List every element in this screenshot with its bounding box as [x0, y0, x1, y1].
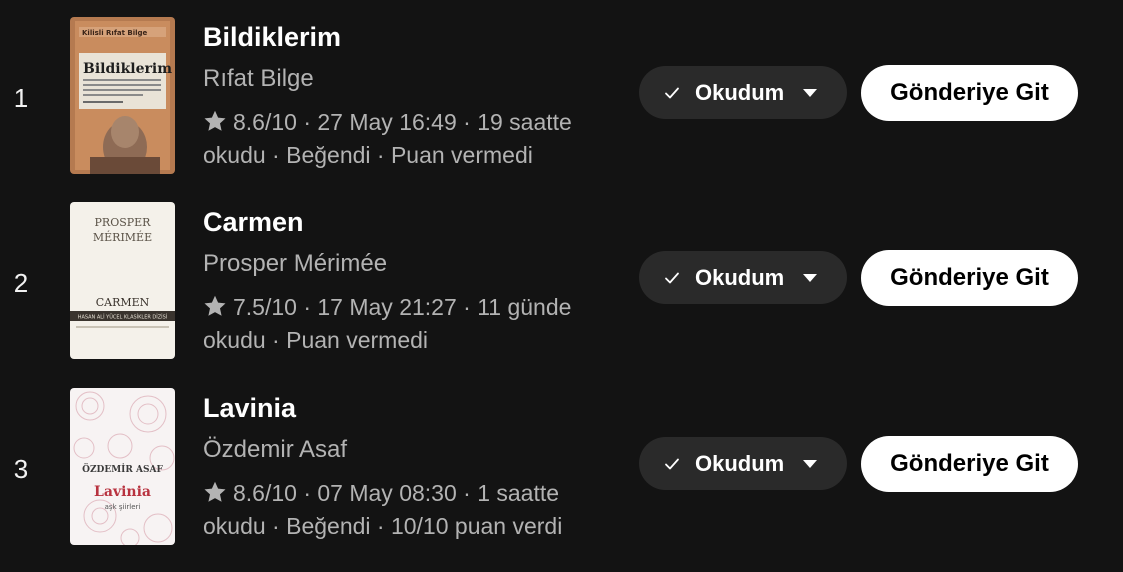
reading-status-dropdown[interactable]: Okudum — [639, 66, 847, 119]
reading-status-label: Okudum — [695, 264, 785, 290]
go-to-post-button[interactable]: Gönderiye Git — [861, 65, 1078, 121]
list-item: 1 Kilisli Rıfat Bilge Bildiklerim Bildik… — [0, 17, 1123, 177]
cover-author-line-1: PROSPER — [95, 216, 152, 229]
book-cover-art: ÖZDEMİR ASAF Lavinia aşk şiirleri — [70, 388, 175, 545]
check-icon — [665, 458, 679, 469]
book-cover[interactable]: Kilisli Rıfat Bilge Bildiklerim — [70, 17, 175, 174]
reading-status-label: Okudum — [695, 450, 785, 476]
book-meta-text: 8.6/10 · 07 May 08:30 · 1 saatte okudu ·… — [203, 480, 563, 539]
rank-number: 2 — [13, 268, 29, 298]
book-meta: 8.6/10 · 27 May 16:49 · 19 saatte okudu … — [203, 106, 603, 172]
reading-status-dropdown[interactable]: Okudum — [639, 437, 847, 490]
book-title[interactable]: Lavinia — [203, 393, 296, 424]
go-to-post-button[interactable]: Gönderiye Git — [861, 436, 1078, 492]
reading-status-dropdown[interactable]: Okudum — [639, 251, 847, 304]
list-item: 2 PROSPER MÉRIMÉE CARMEN HASAN ALİ YÜCEL… — [0, 202, 1123, 362]
book-meta: 7.5/10 · 17 May 21:27 · 11 günde okudu ·… — [203, 291, 603, 357]
book-author[interactable]: Özdemir Asaf — [203, 436, 347, 464]
star-icon — [204, 481, 226, 502]
caret-down-icon — [803, 273, 818, 282]
book-cover-art: Kilisli Rıfat Bilge Bildiklerim — [70, 17, 175, 174]
cover-title-text: Lavinia — [94, 484, 151, 500]
cover-subtitle-text: aşk şiirleri — [105, 503, 141, 511]
list-item: 3 ÖZDEMİR ASAF Lavinia aşk şiirleri Lavi… — [0, 388, 1123, 548]
cover-author-text: Kilisli Rıfat Bilge — [82, 29, 148, 37]
book-title[interactable]: Bildiklerim — [203, 22, 341, 53]
caret-down-icon — [803, 459, 818, 468]
book-cover[interactable]: PROSPER MÉRIMÉE CARMEN HASAN ALİ YÜCEL K… — [70, 202, 175, 359]
cover-series-text: HASAN ALİ YÜCEL KLASİKLER DİZİSİ — [78, 314, 168, 321]
check-icon — [665, 272, 679, 283]
reading-status-label: Okudum — [695, 79, 785, 105]
check-icon — [665, 87, 679, 98]
cover-title-text: CARMEN — [96, 296, 150, 309]
cover-author-line-2: MÉRIMÉE — [93, 230, 152, 244]
go-to-post-button[interactable]: Gönderiye Git — [861, 250, 1078, 306]
book-author[interactable]: Prosper Mérimée — [203, 250, 387, 278]
reading-list: 1 Kilisli Rıfat Bilge Bildiklerim Bildik… — [0, 0, 1123, 572]
book-meta: 8.6/10 · 07 May 08:30 · 1 saatte okudu ·… — [203, 477, 603, 543]
book-author[interactable]: Rıfat Bilge — [203, 65, 314, 93]
book-cover[interactable]: ÖZDEMİR ASAF Lavinia aşk şiirleri — [70, 388, 175, 545]
book-meta-text: 8.6/10 · 27 May 16:49 · 19 saatte okudu … — [203, 109, 572, 168]
book-meta-text: 7.5/10 · 17 May 21:27 · 11 günde okudu ·… — [203, 294, 572, 353]
book-title[interactable]: Carmen — [203, 207, 304, 238]
star-icon — [204, 295, 226, 316]
caret-down-icon — [803, 88, 818, 97]
star-icon — [204, 110, 226, 131]
book-cover-art: PROSPER MÉRIMÉE CARMEN HASAN ALİ YÜCEL K… — [70, 202, 175, 359]
rank-number: 3 — [13, 454, 29, 484]
cover-title-text: Bildiklerim — [83, 61, 172, 77]
rank-number: 1 — [13, 83, 29, 113]
